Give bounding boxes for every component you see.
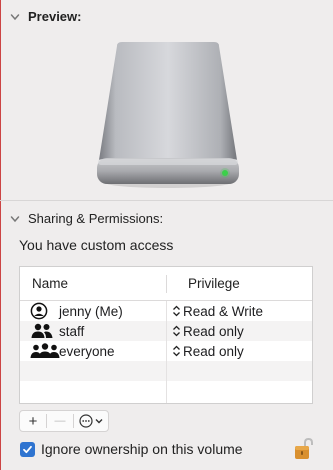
chevron-down-icon <box>95 419 103 424</box>
row-privilege: Read & Write <box>183 303 264 319</box>
row-name: jenny (Me) <box>59 303 123 319</box>
action-menu-button[interactable] <box>74 411 108 431</box>
add-button[interactable]: + <box>20 411 46 431</box>
sharing-header[interactable]: Sharing & Permissions: <box>10 211 163 226</box>
ignore-ownership-option[interactable]: Ignore ownership on this volume <box>20 441 243 457</box>
ellipsis-circle-icon <box>79 414 93 428</box>
privilege-popup[interactable]: Read & Write <box>172 304 263 319</box>
permissions-button-bar: + — <box>19 410 109 432</box>
ignore-ownership-checkbox[interactable] <box>20 441 35 457</box>
privilege-popup[interactable]: Read only <box>172 344 244 359</box>
up-down-chevron-icon <box>173 305 180 317</box>
remove-button[interactable]: — <box>47 411 73 431</box>
table-header: Name Privilege <box>20 267 312 301</box>
section-divider <box>0 200 333 201</box>
access-text: You have custom access <box>19 237 174 253</box>
checkmark-icon <box>23 445 32 453</box>
up-down-chevron-icon <box>173 325 180 337</box>
chevron-down-icon[interactable] <box>10 12 20 22</box>
drive-preview-image <box>95 40 241 190</box>
row-name: everyone <box>59 343 115 359</box>
permissions-table: Name Privilege jenny (Me) Read & Write s… <box>19 266 313 404</box>
row-privilege: Read only <box>183 323 244 339</box>
row-name: staff <box>59 323 85 339</box>
window-edge <box>0 0 1 470</box>
column-header-privilege[interactable]: Privilege <box>188 276 240 291</box>
three-people-icon <box>30 342 60 360</box>
up-down-chevron-icon <box>173 345 180 357</box>
privilege-popup[interactable]: Read only <box>172 324 244 339</box>
column-header-name[interactable]: Name <box>32 276 68 291</box>
preview-header[interactable]: Preview: <box>10 9 81 24</box>
sharing-title: Sharing & Permissions: <box>28 211 164 226</box>
preview-title: Preview: <box>28 9 82 24</box>
lock-icon[interactable] <box>294 437 314 464</box>
row-privilege: Read only <box>183 343 244 359</box>
person-circle-icon <box>30 302 48 320</box>
two-people-icon <box>30 322 54 340</box>
chevron-down-icon[interactable] <box>10 214 20 224</box>
ignore-ownership-label: Ignore ownership on this volume <box>41 441 243 457</box>
